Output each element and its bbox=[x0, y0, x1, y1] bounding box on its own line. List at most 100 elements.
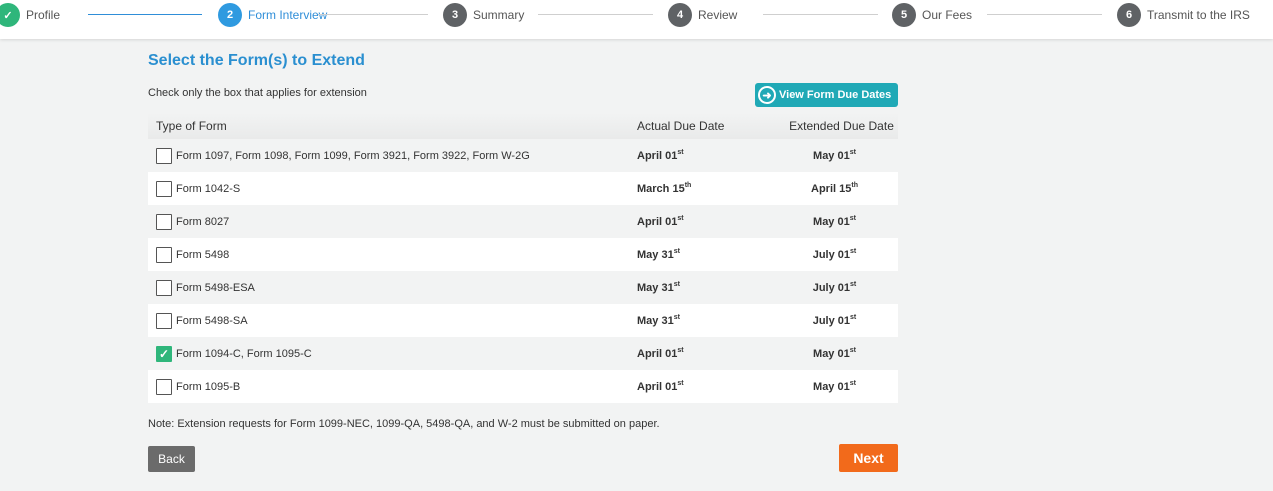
actual-date-suffix: st bbox=[677, 149, 684, 156]
step-review[interactable]: 4 Review bbox=[668, 3, 737, 27]
arrow-right-circle-icon: ➜ bbox=[758, 86, 776, 104]
extended-date-text: July 01 bbox=[812, 282, 851, 294]
form-name: Form 1094-C, Form 1095-C bbox=[176, 347, 312, 360]
step-number: 3 bbox=[443, 3, 467, 27]
extended-due-date: April 15th bbox=[763, 182, 898, 195]
form-name: Form 1095-B bbox=[176, 380, 241, 393]
step-summary[interactable]: 3 Summary bbox=[443, 3, 524, 27]
form-checkbox[interactable] bbox=[156, 213, 172, 230]
back-button[interactable]: Back bbox=[148, 446, 195, 472]
progress-stepper: ✓ Profile 2 Form Interview 3 Summary 4 R… bbox=[0, 0, 1273, 39]
table-row: Form 5498-SA May 31st July 01st bbox=[148, 304, 898, 337]
extended-date-suffix: st bbox=[850, 281, 857, 288]
extended-date-suffix: st bbox=[850, 248, 857, 255]
step-connector bbox=[88, 14, 202, 15]
extended-date-text: May 01 bbox=[813, 216, 850, 228]
form-cell: Form 5498 bbox=[148, 246, 628, 263]
actual-date-suffix: st bbox=[673, 314, 680, 321]
step-label: Transmit to the IRS bbox=[1147, 8, 1250, 22]
header-actual-due-date: Actual Due Date bbox=[637, 119, 725, 133]
extended-due-date: July 01st bbox=[763, 281, 898, 294]
header-type-of-form: Type of Form bbox=[156, 119, 227, 133]
extended-date-suffix: st bbox=[850, 314, 857, 321]
table-row: ✓ Form 1094-C, Form 1095-C April 01st May 0… bbox=[148, 337, 898, 370]
form-cell: Form 1097, Form 1098, Form 1099, Form 39… bbox=[148, 147, 628, 164]
table-row: Form 1042-S March 15th April 15th bbox=[148, 172, 898, 205]
actual-date-suffix: th bbox=[684, 182, 692, 189]
form-name: Form 5498 bbox=[176, 248, 230, 261]
step-label: Form Interview bbox=[248, 8, 328, 22]
form-checkbox[interactable] bbox=[156, 246, 172, 263]
checkmark-icon: ✓ bbox=[158, 346, 170, 361]
form-checkbox[interactable] bbox=[156, 279, 172, 296]
step-label: Profile bbox=[26, 8, 61, 22]
actual-date-suffix: st bbox=[673, 248, 680, 255]
extended-date-text: May 01 bbox=[813, 348, 850, 360]
actual-date-text: May 31 bbox=[637, 249, 674, 261]
step-profile[interactable]: ✓ Profile bbox=[0, 3, 60, 27]
next-button[interactable]: Next bbox=[839, 444, 898, 472]
form-cell: Form 1042-S bbox=[148, 180, 628, 197]
actual-date-text: March 15 bbox=[637, 183, 685, 195]
extended-due-date: May 01st bbox=[763, 380, 898, 393]
step-our-fees[interactable]: 5 Our Fees bbox=[892, 3, 972, 27]
extended-due-date: May 01st bbox=[763, 215, 898, 228]
step-label: Review bbox=[698, 8, 738, 22]
form-checkbox[interactable] bbox=[156, 180, 172, 197]
form-checkbox[interactable]: ✓ bbox=[156, 345, 172, 362]
extended-due-date: May 01st bbox=[763, 149, 898, 162]
form-cell: Form 5498-ESA bbox=[148, 279, 628, 296]
view-form-due-dates-button[interactable]: ➜ View Form Due Dates bbox=[755, 83, 898, 107]
extended-date-text: July 01 bbox=[812, 315, 851, 327]
step-label: Summary bbox=[473, 8, 525, 22]
form-name: Form 5498-ESA bbox=[176, 281, 255, 294]
form-name: Form 1042-S bbox=[176, 182, 241, 195]
step-connector bbox=[538, 14, 653, 15]
extended-date-suffix: st bbox=[849, 149, 856, 156]
actual-date-text: April 01 bbox=[637, 216, 678, 228]
extended-date-suffix: st bbox=[849, 347, 856, 354]
actual-date-text: May 31 bbox=[637, 315, 674, 327]
table-row: Form 1095-B April 01st May 01st bbox=[148, 370, 898, 403]
form-cell: Form 8027 bbox=[148, 213, 628, 230]
page-title: Select the Form(s) to Extend bbox=[148, 52, 365, 69]
extended-date-suffix: th bbox=[851, 182, 858, 189]
extended-date-text: July 01 bbox=[812, 249, 851, 261]
actual-due-date: April 01st bbox=[628, 347, 763, 360]
form-name: Form 8027 bbox=[176, 215, 230, 228]
form-cell: Form 1095-B bbox=[148, 378, 628, 395]
header-extended-due-date: Extended Due Date bbox=[789, 119, 894, 133]
instruction-text: Check only the box that applies for exte… bbox=[148, 87, 367, 99]
extended-due-date: May 01st bbox=[763, 347, 898, 360]
due-dates-button-label: View Form Due Dates bbox=[779, 89, 892, 101]
table-row: Form 5498-ESA May 31st July 01st bbox=[148, 271, 898, 304]
step-form-interview[interactable]: 2 Form Interview bbox=[218, 3, 327, 27]
form-checkbox[interactable] bbox=[156, 378, 172, 395]
step-connector bbox=[987, 14, 1102, 15]
step-number: 6 bbox=[1117, 3, 1141, 27]
step-number: 4 bbox=[668, 3, 692, 27]
form-checkbox[interactable] bbox=[156, 312, 172, 329]
extended-due-date: July 01st bbox=[763, 248, 898, 261]
actual-due-date: March 15th bbox=[628, 182, 763, 195]
actual-date-text: April 01 bbox=[637, 150, 678, 162]
extended-due-date: July 01st bbox=[763, 314, 898, 327]
actual-due-date: May 31st bbox=[628, 281, 763, 294]
table-row: Form 1097, Form 1098, Form 1099, Form 39… bbox=[148, 139, 898, 172]
form-cell: Form 5498-SA bbox=[148, 312, 628, 329]
step-number: 2 bbox=[218, 3, 242, 27]
actual-due-date: May 31st bbox=[628, 314, 763, 327]
actual-date-suffix: st bbox=[677, 215, 684, 222]
step-transmit[interactable]: 6 Transmit to the IRS bbox=[1117, 3, 1250, 27]
form-checkbox[interactable] bbox=[156, 147, 172, 164]
forms-table: Type of Form Actual Due Date Extended Du… bbox=[148, 113, 898, 403]
step-label: Our Fees bbox=[922, 8, 973, 22]
form-name: Form 5498-SA bbox=[176, 314, 248, 327]
actual-date-text: April 01 bbox=[637, 381, 678, 393]
actual-due-date: April 01st bbox=[628, 149, 763, 162]
actual-due-date: April 01st bbox=[628, 215, 763, 228]
checkmark-icon: ✓ bbox=[0, 3, 20, 27]
actual-date-suffix: st bbox=[673, 281, 680, 288]
actual-date-suffix: st bbox=[677, 380, 684, 387]
actual-date-text: May 31 bbox=[637, 282, 674, 294]
